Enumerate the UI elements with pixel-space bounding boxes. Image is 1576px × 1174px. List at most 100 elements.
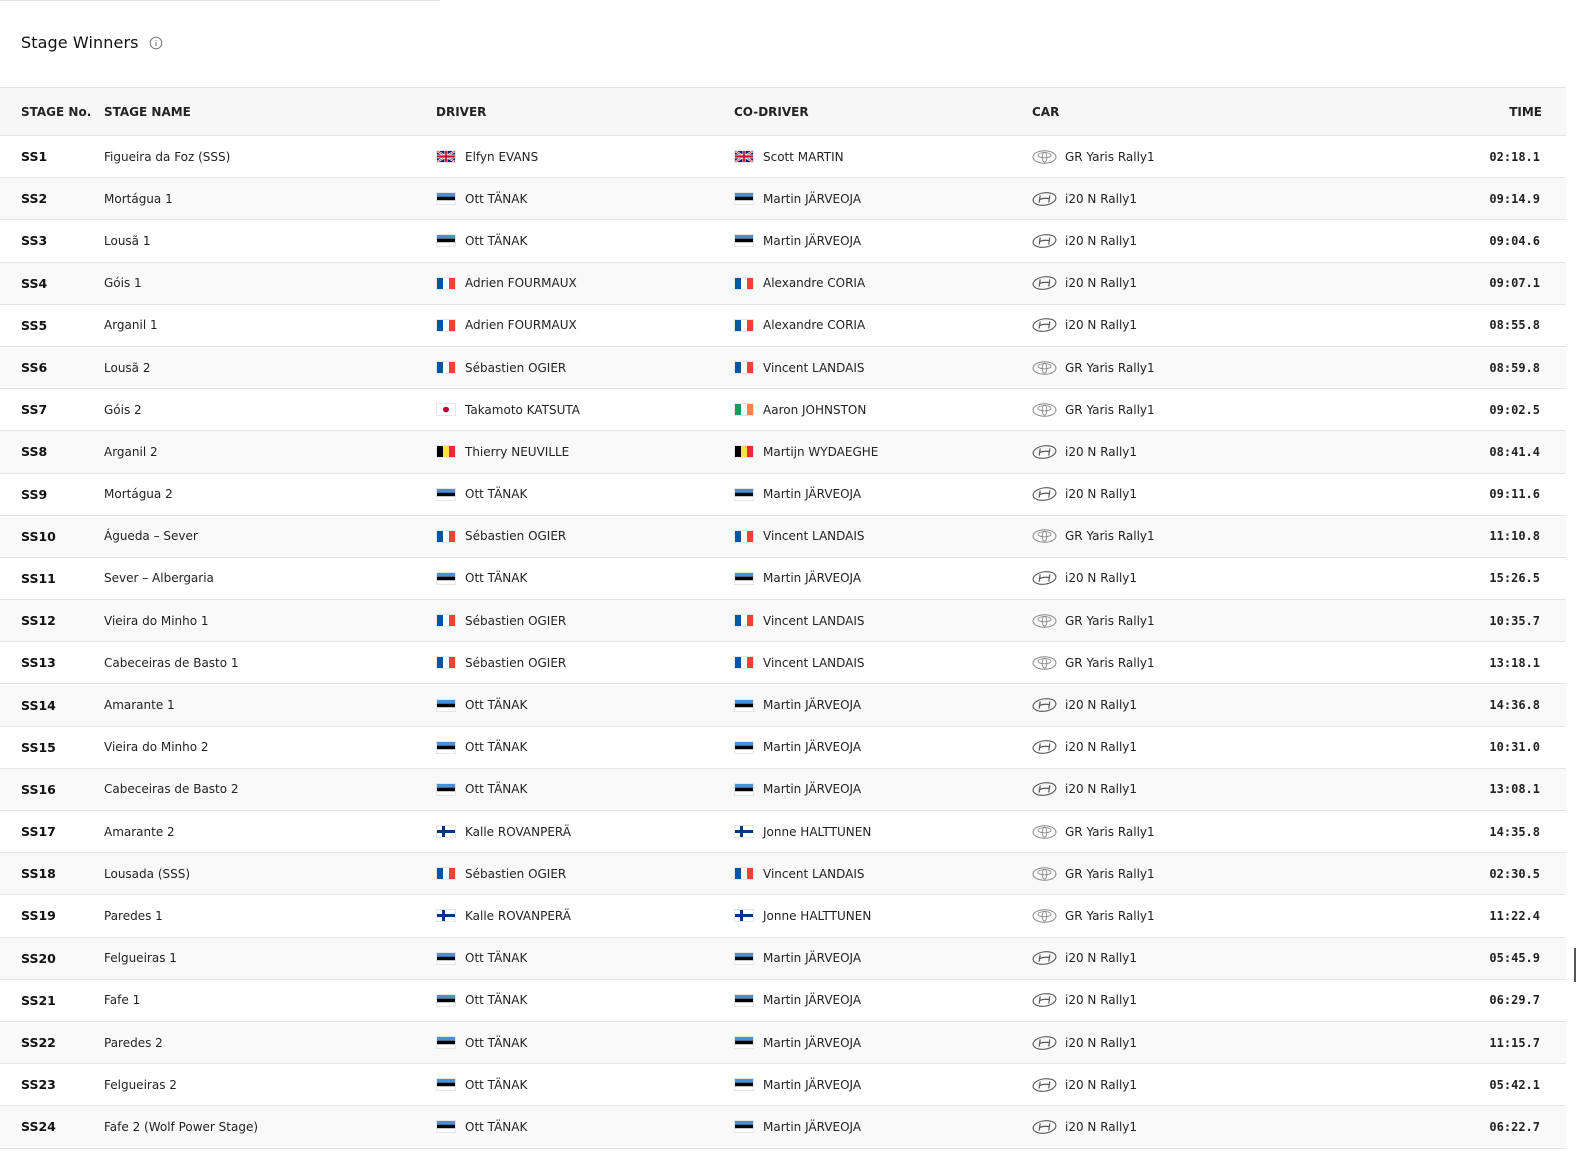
stage-number: SS9 — [0, 487, 104, 502]
column-header-car[interactable]: CAR — [1032, 105, 1332, 119]
column-header-stage-no[interactable]: STAGE No. — [0, 105, 104, 119]
table-row[interactable]: SS19 Paredes 1 Kalle ROVANPERÄ Jonne HALTTU… — [0, 895, 1566, 938]
table-row[interactable]: SS17 Amarante 2 Kalle ROVANPERÄ Jonne HALTT… — [0, 811, 1566, 854]
info-icon[interactable] — [149, 35, 163, 50]
table-row[interactable]: SS6 Lousã 2 Sébastien OGIER Vincent LANDAIS… — [0, 346, 1566, 390]
co-driver-name[interactable]: Vincent LANDAIS — [763, 656, 865, 670]
column-header-time[interactable]: TIME — [1332, 105, 1566, 119]
driver-name[interactable]: Sébastien OGIER — [465, 529, 566, 543]
co-driver-name[interactable]: Vincent LANDAIS — [763, 529, 865, 543]
table-row[interactable]: SS5 Arganil 1 Adrien FOURMAUX Alexandre COR… — [0, 305, 1566, 347]
table-row[interactable]: SS18 Lousada (SSS) Sébastien OGIER Vincent … — [0, 853, 1566, 896]
table-row[interactable]: SS11 Sever – Albergaria Ott TÄNAK Martin JÄ… — [0, 558, 1566, 601]
co-driver-name[interactable]: Alexandre CORIA — [763, 318, 865, 332]
stage-time: 06:29.7 — [1489, 993, 1540, 1008]
stage-name: Águeda – Sever — [104, 529, 198, 544]
table-row[interactable]: SS4 Góis 1 Adrien FOURMAUX Alexandre CORIA i… — [0, 262, 1566, 305]
co-driver-cell: Alexandre CORIA — [734, 318, 1032, 332]
co-driver-name[interactable]: Martin JÄRVEOJA — [763, 571, 861, 585]
table-row[interactable]: SS23 Felgueiras 2 Ott TÄNAK Martin JÄRVEOJA… — [0, 1064, 1566, 1107]
driver-name[interactable]: Ott TÄNAK — [465, 192, 527, 206]
table-row[interactable]: SS9 Mortágua 2 Ott TÄNAK Martin JÄRVEOJA i20… — [0, 474, 1566, 516]
table-row[interactable]: SS13 Cabeceiras de Basto 1 Sébastien OGIER… — [0, 642, 1566, 685]
driver-name[interactable]: Ott TÄNAK — [465, 1078, 527, 1092]
column-header-co-driver[interactable]: CO-DRIVER — [734, 105, 1032, 119]
table-row[interactable]: SS21 Fafe 1 Ott TÄNAK Martin JÄRVEOJA i20 N … — [0, 980, 1566, 1022]
driver-name[interactable]: Ott TÄNAK — [465, 698, 527, 712]
co-driver-name[interactable]: Vincent LANDAIS — [763, 867, 865, 881]
co-driver-name[interactable]: Vincent LANDAIS — [763, 614, 865, 628]
toyota-logo-icon — [1032, 909, 1057, 923]
driver-name[interactable]: Kalle ROVANPERÄ — [465, 909, 571, 923]
table-row[interactable]: SS24 Fafe 2 (Wolf Power Stage) Ott TÄNAK Ma… — [0, 1106, 1566, 1149]
co-driver-name[interactable]: Aaron JOHNSTON — [763, 403, 866, 417]
toyota-logo-icon — [1032, 149, 1057, 164]
co-driver-name[interactable]: Vincent LANDAIS — [763, 361, 865, 375]
co-driver-name[interactable]: Jonne HALTTUNEN — [763, 825, 871, 839]
driver-name[interactable]: Ott TÄNAK — [465, 782, 527, 796]
table-row[interactable]: SS20 Felgueiras 1 Ott TÄNAK Martin JÄRVEOJA… — [0, 937, 1566, 980]
co-driver-cell: Martin JÄRVEOJA — [734, 1120, 1032, 1134]
driver-name[interactable]: Ott TÄNAK — [465, 571, 527, 585]
driver-name[interactable]: Ott TÄNAK — [465, 951, 527, 965]
co-driver-name[interactable]: Martin JÄRVEOJA — [763, 192, 861, 206]
co-driver-name[interactable]: Martin JÄRVEOJA — [763, 782, 861, 796]
co-driver-name[interactable]: Alexandre CORIA — [763, 276, 865, 290]
driver-name[interactable]: Adrien FOURMAUX — [465, 276, 577, 290]
driver-name[interactable]: Thierry NEUVILLE — [465, 445, 569, 459]
car-cell: i20 N Rally1 — [1032, 276, 1332, 290]
co-driver-name[interactable]: Scott MARTIN — [763, 150, 844, 164]
co-driver-name[interactable]: Martin JÄRVEOJA — [763, 698, 861, 712]
column-header-driver[interactable]: DRIVER — [436, 105, 734, 119]
driver-name[interactable]: Ott TÄNAK — [465, 1120, 527, 1134]
driver-name[interactable]: Ott TÄNAK — [465, 740, 527, 754]
stage-time: 08:55.8 — [1489, 318, 1540, 333]
co-driver-name[interactable]: Martin JÄRVEOJA — [763, 1078, 861, 1092]
car-cell: GR Yaris Rally1 — [1032, 361, 1332, 375]
driver-name[interactable]: Ott TÄNAK — [465, 1036, 527, 1050]
flag-ee-icon — [734, 192, 754, 206]
driver-name[interactable]: Sébastien OGIER — [465, 656, 566, 670]
table-row[interactable]: SS22 Paredes 2 Ott TÄNAK Martin JÄRVEOJA i20… — [0, 1021, 1566, 1065]
driver-name[interactable]: Adrien FOURMAUX — [465, 318, 577, 332]
co-driver-name[interactable]: Martin JÄRVEOJA — [763, 993, 861, 1007]
stage-time: 14:35.8 — [1489, 824, 1540, 839]
driver-name[interactable]: Ott TÄNAK — [465, 234, 527, 248]
co-driver-name[interactable]: Martin JÄRVEOJA — [763, 487, 861, 501]
co-driver-name[interactable]: Martin JÄRVEOJA — [763, 740, 861, 754]
driver-name[interactable]: Takamoto KATSUTA — [465, 403, 580, 417]
table-row[interactable]: SS1 Figueira da Foz (SSS) Elfyn EVANS Scott… — [0, 136, 1566, 179]
driver-name[interactable]: Ott TÄNAK — [465, 993, 527, 1007]
stage-number-text: SS6 — [21, 360, 48, 376]
driver-name[interactable]: Sébastien OGIER — [465, 867, 566, 881]
table-row[interactable]: SS14 Amarante 1 Ott TÄNAK Martin JÄRVEOJA i2… — [0, 684, 1566, 727]
toyota-logo-icon — [1032, 613, 1057, 628]
hyundai-logo-icon — [1032, 234, 1057, 248]
table-row[interactable]: SS8 Arganil 2 Thierry NEUVILLE Martijn WYDA… — [0, 431, 1566, 474]
driver-name[interactable]: Elfyn EVANS — [465, 150, 538, 164]
flag-fr-icon — [436, 361, 456, 375]
table-row[interactable]: SS12 Vieira do Minho 1 Sébastien OGIER Vinc… — [0, 600, 1566, 643]
flag-ee-icon — [436, 698, 456, 712]
table-row[interactable]: SS15 Vieira do Minho 2 Ott TÄNAK Martin JÄR… — [0, 727, 1566, 769]
table-row[interactable]: SS7 Góis 2 Takamoto KATSUTA Aaron JOHNSTON G… — [0, 389, 1566, 432]
co-driver-name[interactable]: Martin JÄRVEOJA — [763, 951, 861, 965]
co-driver-name[interactable]: Martijn WYDAEGHE — [763, 445, 878, 459]
table-row[interactable]: SS2 Mortágua 1 Ott TÄNAK Martin JÄRVEOJA i20… — [0, 178, 1566, 221]
table-row[interactable]: SS16 Cabeceiras de Basto 2 Ott TÄNAK Martin… — [0, 768, 1566, 811]
stage-time: 11:22.4 — [1489, 908, 1540, 923]
column-header-stage-name[interactable]: STAGE NAME — [104, 105, 436, 119]
table-row[interactable]: SS3 Lousã 1 Ott TÄNAK Martin JÄRVEOJA i20 N … — [0, 220, 1566, 263]
co-driver-name[interactable]: Martin JÄRVEOJA — [763, 234, 861, 248]
stage-name: Fafe 1 — [104, 993, 141, 1008]
driver-name[interactable]: Sébastien OGIER — [465, 614, 566, 628]
co-driver-name[interactable]: Jonne HALTTUNEN — [763, 909, 871, 923]
driver-name[interactable]: Sébastien OGIER — [465, 361, 566, 375]
table-row[interactable]: SS10 Águeda – Sever Sébastien OGIER Vincent… — [0, 515, 1566, 558]
driver-name[interactable]: Ott TÄNAK — [465, 487, 527, 501]
car-model: i20 N Rally1 — [1065, 698, 1138, 713]
driver-name[interactable]: Kalle ROVANPERÄ — [465, 825, 571, 839]
stage-number-text: SS20 — [21, 950, 56, 966]
co-driver-name[interactable]: Martin JÄRVEOJA — [763, 1036, 861, 1050]
co-driver-name[interactable]: Martin JÄRVEOJA — [763, 1120, 861, 1134]
